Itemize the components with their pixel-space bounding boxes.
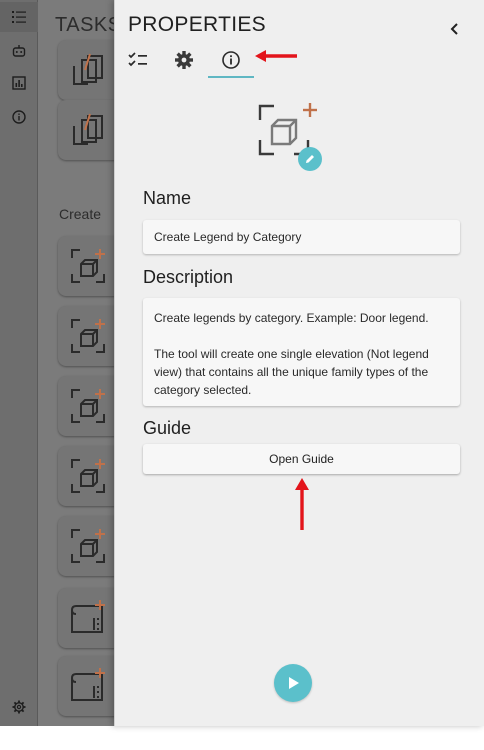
description-label: Description	[143, 267, 234, 287]
edit-badge[interactable]	[298, 147, 322, 171]
play-icon	[289, 677, 299, 689]
info-icon	[12, 110, 26, 124]
tab-info[interactable]	[208, 42, 254, 78]
tasks-nav-button[interactable]	[0, 2, 38, 32]
sheet-add-icon	[71, 668, 105, 701]
info-nav-button[interactable]	[0, 102, 38, 132]
chevron-left-icon	[450, 23, 458, 35]
task-tile[interactable]	[58, 656, 114, 716]
properties-panel: PROPERTIES Name Create Legend by Categor…	[114, 0, 484, 726]
properties-tabs	[115, 42, 484, 78]
legend-cube-icon	[71, 459, 105, 493]
open-guide-button[interactable]: Open Guide	[143, 444, 460, 474]
task-tile[interactable]	[58, 446, 114, 506]
info-icon	[222, 51, 240, 69]
properties-title: PROPERTIES	[128, 13, 266, 36]
sheet-add-icon	[71, 600, 105, 633]
tab-settings[interactable]	[161, 42, 207, 78]
guide-label: Guide	[143, 418, 192, 438]
name-field[interactable]: Create Legend by Category	[143, 220, 460, 254]
description-line-1: Create legends by category. Example: Doo…	[154, 311, 429, 325]
gear-icon	[175, 51, 193, 69]
task-tile[interactable]	[58, 100, 114, 160]
tasks-title: TASKS	[55, 14, 114, 36]
description-field[interactable]: Create legends by category. Example: Doo…	[143, 298, 460, 406]
annotation-arrow-up	[295, 478, 309, 530]
task-tile[interactable]	[58, 236, 114, 296]
settings-icon	[12, 700, 26, 714]
description-line-2: The tool will create one single elevatio…	[154, 347, 429, 397]
task-tile[interactable]	[58, 306, 114, 366]
task-tile[interactable]	[58, 40, 114, 100]
tab-checklist[interactable]	[115, 42, 161, 78]
icon-rail	[0, 0, 38, 726]
tasks-panel: TASKS Create	[38, 0, 114, 726]
task-tile[interactable]	[58, 516, 114, 576]
run-button[interactable]	[274, 664, 312, 702]
reports-nav-button[interactable]	[0, 68, 38, 98]
legend-cube-icon	[71, 529, 105, 563]
create-section-label: Create	[59, 206, 102, 222]
robot-icon	[12, 45, 26, 57]
window-bottom-margin	[0, 726, 484, 750]
duplicate-views-icon	[73, 113, 103, 145]
settings-nav-button[interactable]	[0, 692, 38, 722]
name-label: Name	[143, 188, 192, 208]
legend-cube-icon	[71, 389, 105, 423]
chart-icon	[12, 76, 26, 90]
legend-cube-icon	[71, 319, 105, 353]
automation-nav-button[interactable]	[0, 36, 38, 66]
checklist-icon	[128, 52, 147, 67]
task-tile[interactable]	[58, 376, 114, 436]
task-tile[interactable]	[58, 588, 114, 648]
legend-cube-icon	[71, 249, 105, 283]
pencil-icon	[306, 155, 314, 163]
duplicate-views-icon	[73, 53, 103, 85]
annotation-arrow-left	[255, 50, 297, 62]
collapse-button[interactable]	[445, 19, 465, 39]
task-list-icon	[12, 11, 26, 23]
